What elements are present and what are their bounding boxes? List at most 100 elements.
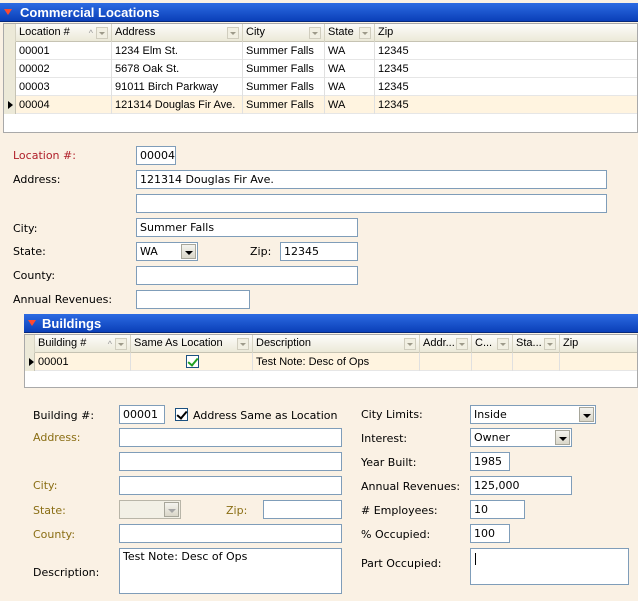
cell-same-as-location[interactable] — [131, 353, 253, 371]
year-built-field[interactable]: 1985 — [470, 452, 510, 471]
address-same-as-location-label[interactable]: Address Same as Location — [193, 409, 338, 422]
column-header-address[interactable]: Address — [112, 24, 243, 42]
collapse-arrow-icon[interactable] — [4, 9, 12, 15]
column-filter-dropdown-icon[interactable] — [115, 338, 127, 350]
cell-zip[interactable]: 12345 — [375, 60, 637, 78]
building-zip-field[interactable] — [263, 500, 342, 519]
table-row[interactable]: 00003 91011 Birch Parkway Summer Falls W… — [4, 78, 637, 96]
table-row[interactable]: 00002 5678 Oak St. Summer Falls WA 12345 — [4, 60, 637, 78]
column-header-building[interactable]: Building # ^ — [35, 335, 131, 353]
part-occupied-textarea[interactable] — [470, 548, 629, 585]
cell-city[interactable]: Summer Falls — [243, 96, 325, 114]
address-line2-field[interactable] — [136, 194, 607, 213]
table-row-selected[interactable]: 00004 121314 Douglas Fir Ave. Summer Fal… — [4, 96, 637, 114]
column-header-address[interactable]: Addr... — [420, 335, 472, 353]
column-filter-dropdown-icon[interactable] — [456, 338, 468, 350]
cell-location[interactable]: 00001 — [16, 42, 112, 60]
column-filter-dropdown-icon[interactable] — [309, 27, 321, 39]
column-header-city[interactable]: C... — [472, 335, 513, 353]
cell-address[interactable]: 121314 Douglas Fir Ave. — [112, 96, 243, 114]
building-address-line2-field[interactable] — [119, 452, 342, 471]
column-filter-dropdown-icon[interactable] — [497, 338, 509, 350]
sort-ascending-icon: ^ — [88, 28, 93, 38]
address-same-as-location-checkbox[interactable] — [175, 408, 188, 421]
cell-zip[interactable]: 12345 — [375, 96, 637, 114]
building-number-field[interactable]: 00001 — [119, 405, 165, 424]
column-header-city[interactable]: City — [243, 24, 325, 42]
cell-address[interactable] — [420, 353, 472, 371]
column-filter-dropdown-icon[interactable] — [227, 27, 239, 39]
percent-occupied-field[interactable]: 100 — [470, 524, 510, 543]
column-header-zip[interactable]: Zip — [375, 24, 637, 42]
dropdown-arrow-icon[interactable] — [164, 502, 179, 517]
city-field[interactable]: Summer Falls — [136, 218, 358, 237]
cell-city[interactable]: Summer Falls — [243, 60, 325, 78]
current-row-indicator-icon[interactable] — [4, 96, 16, 114]
dropdown-arrow-icon[interactable] — [181, 244, 196, 259]
location-number-field[interactable]: 00004 — [136, 146, 176, 165]
cell-location[interactable]: 00004 — [16, 96, 112, 114]
cell-state[interactable]: WA — [325, 96, 375, 114]
cell-description[interactable]: Test Note: Desc of Ops — [253, 353, 420, 371]
table-row[interactable]: 00001 1234 Elm St. Summer Falls WA 12345 — [4, 42, 637, 60]
zip-field[interactable]: 12345 — [280, 242, 358, 261]
cell-location[interactable]: 00003 — [16, 78, 112, 96]
locations-grid[interactable]: Location # ^ Address City State Zip 0000… — [3, 23, 638, 133]
address-line1-field[interactable]: 121314 Douglas Fir Ave. — [136, 170, 607, 189]
building-state-combo[interactable] — [119, 500, 181, 519]
current-row-indicator-icon[interactable] — [25, 353, 35, 371]
cell-state[interactable] — [513, 353, 560, 371]
buildings-header[interactable]: Buildings — [24, 314, 638, 333]
cell-location[interactable]: 00002 — [16, 60, 112, 78]
table-row-selected[interactable]: 00001 Test Note: Desc of Ops — [25, 353, 637, 371]
cell-zip[interactable]: 12345 — [375, 78, 637, 96]
cell-state[interactable]: WA — [325, 42, 375, 60]
row-selector[interactable] — [4, 78, 16, 96]
commercial-locations-header[interactable]: Commercial Locations — [0, 3, 638, 22]
building-city-field[interactable] — [119, 476, 342, 495]
column-header-description[interactable]: Description — [253, 335, 420, 353]
county-field[interactable] — [136, 266, 358, 285]
city-limits-combo[interactable]: Inside — [470, 405, 596, 424]
location-number-label: Location #: — [13, 149, 76, 162]
cell-building[interactable]: 00001 — [35, 353, 131, 371]
building-zip-label: Zip: — [226, 504, 248, 517]
cell-zip[interactable]: 12345 — [375, 42, 637, 60]
collapse-arrow-icon[interactable] — [28, 320, 36, 326]
annual-revenues-field[interactable] — [136, 290, 250, 309]
state-combo[interactable]: WA — [136, 242, 198, 261]
row-selector[interactable] — [4, 42, 16, 60]
dropdown-arrow-icon[interactable] — [579, 407, 594, 422]
building-address-line1-field[interactable] — [119, 428, 342, 447]
cell-address[interactable]: 5678 Oak St. — [112, 60, 243, 78]
cell-state[interactable]: WA — [325, 60, 375, 78]
column-filter-dropdown-icon[interactable] — [96, 27, 108, 39]
interest-combo[interactable]: Owner — [470, 428, 572, 447]
building-annual-revenues-field[interactable]: 125,000 — [470, 476, 572, 495]
column-filter-dropdown-icon[interactable] — [544, 338, 556, 350]
description-textarea[interactable]: Test Note: Desc of Ops — [119, 548, 342, 594]
column-filter-dropdown-icon[interactable] — [404, 338, 416, 350]
cell-city[interactable]: Summer Falls — [243, 42, 325, 60]
cell-city[interactable] — [472, 353, 513, 371]
buildings-grid[interactable]: Building # ^ Same As Location Descriptio… — [24, 334, 638, 388]
column-filter-dropdown-icon[interactable] — [237, 338, 249, 350]
cell-address[interactable]: 91011 Birch Parkway — [112, 78, 243, 96]
cell-address[interactable]: 1234 Elm St. — [112, 42, 243, 60]
employees-field[interactable]: 10 — [470, 500, 525, 519]
column-header-same-as-location[interactable]: Same As Location — [131, 335, 253, 353]
column-header-zip[interactable]: Zip — [560, 335, 637, 353]
cell-city[interactable]: Summer Falls — [243, 78, 325, 96]
column-header-location[interactable]: Location # ^ — [16, 24, 112, 42]
same-as-location-checkbox[interactable] — [186, 355, 199, 368]
cell-state[interactable]: WA — [325, 78, 375, 96]
row-selector-header — [25, 335, 35, 353]
column-header-state[interactable]: Sta... — [513, 335, 560, 353]
cell-zip[interactable] — [560, 353, 637, 371]
column-header-state[interactable]: State — [325, 24, 375, 42]
row-selector[interactable] — [4, 60, 16, 78]
column-filter-dropdown-icon[interactable] — [359, 27, 371, 39]
column-label: Sta... — [516, 337, 542, 349]
building-county-field[interactable] — [119, 524, 342, 543]
dropdown-arrow-icon[interactable] — [555, 430, 570, 445]
